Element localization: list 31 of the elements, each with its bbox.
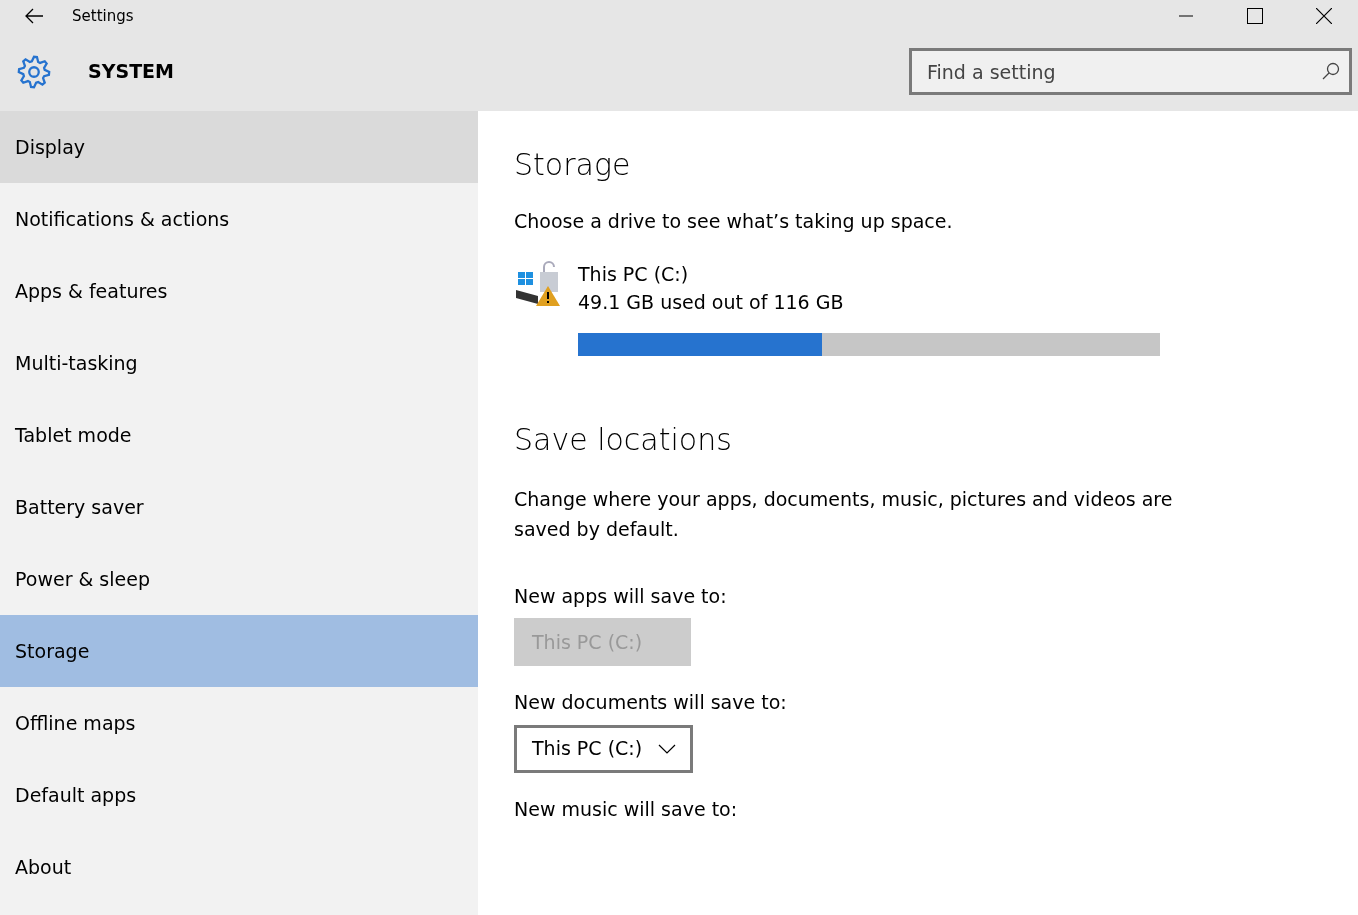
setting-label: New documents will save to: <box>514 690 788 715</box>
search-field[interactable]: Find a setting <box>909 48 1352 95</box>
sidebar-item[interactable]: About <box>0 831 478 903</box>
sidebar-item[interactable]: Multi-tasking <box>0 327 478 399</box>
chevron-down-icon <box>658 743 677 754</box>
setting-label: New music will save to: <box>514 796 739 822</box>
sidebar-item[interactable]: Default apps <box>0 759 478 831</box>
setting-label: New apps will save to: <box>514 583 728 609</box>
description-text: Choose a drive to see what’s taking up space. <box>514 209 954 234</box>
search-icon <box>1322 62 1340 80</box>
minimize-icon <box>1178 15 1193 17</box>
section-heading: Storage <box>514 147 632 183</box>
sidebar-item[interactable]: Storage <box>0 615 478 687</box>
section-title: SYSTEM <box>88 59 174 85</box>
description-text: Change where your apps, documents, music, pictures and videos are saved by default. <box>514 486 1174 542</box>
drive-warning-icon <box>514 259 562 308</box>
sidebar-item[interactable]: Offline maps <box>0 687 478 759</box>
drive-usage-text: 49.1 GB used out of 116 GB <box>578 290 845 315</box>
save-location-dropdown[interactable]: This PC (C:) <box>514 724 694 773</box>
window-title: Settings <box>72 5 134 27</box>
sidebar-item[interactable]: Power & sleep <box>0 543 478 615</box>
sidebar-item[interactable]: Display <box>0 111 478 183</box>
close-icon <box>1315 8 1332 24</box>
sidebar-item[interactable]: Battery saver <box>0 471 478 543</box>
back-arrow-icon <box>24 8 44 24</box>
sidebar-item[interactable]: Notifications & actions <box>0 183 478 255</box>
sidebar-item[interactable]: Apps & features <box>0 255 478 327</box>
sidebar-item[interactable]: Tablet mode <box>0 399 478 471</box>
maximize-icon <box>1246 8 1263 24</box>
drive-name[interactable]: This PC (C:) <box>578 259 1160 288</box>
section-heading: Save locations <box>514 421 733 458</box>
